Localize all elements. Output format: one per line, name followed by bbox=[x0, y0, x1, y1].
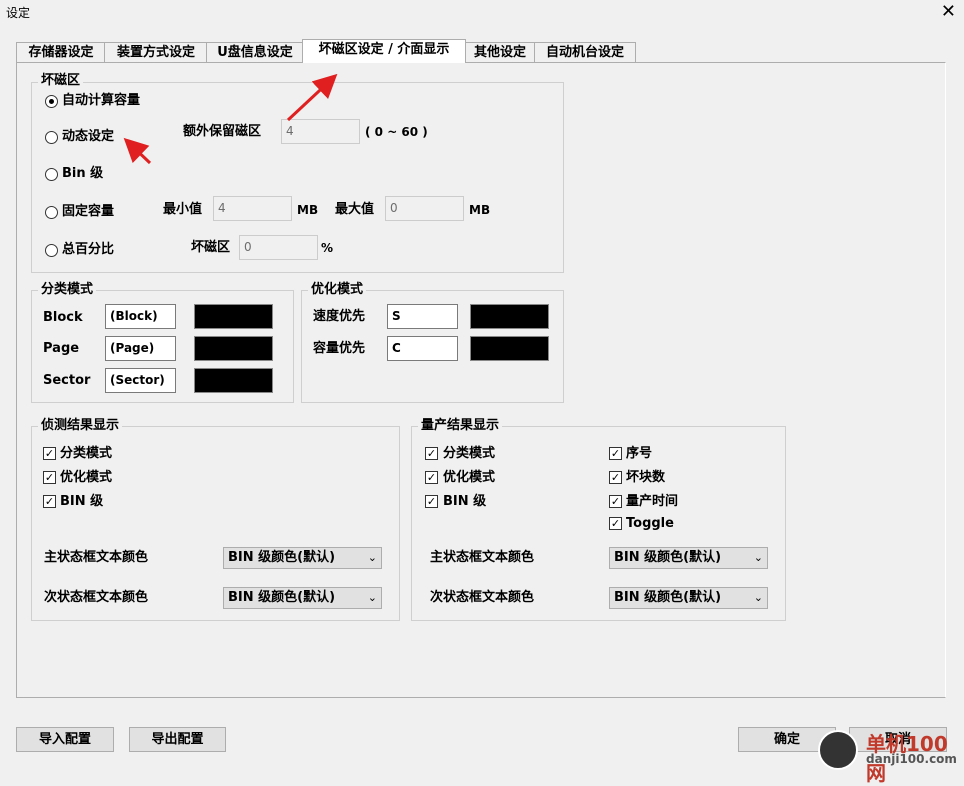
arrow-to-tab bbox=[286, 73, 338, 122]
tab-bad-block-display[interactable]: 坏磁区设定 / 介面显示 bbox=[302, 39, 466, 63]
watermark-logo-icon bbox=[818, 730, 858, 770]
watermark-url: danji100.com bbox=[866, 752, 957, 766]
arrow-to-dynamic bbox=[123, 137, 152, 165]
annotation-arrows bbox=[123, 73, 338, 165]
